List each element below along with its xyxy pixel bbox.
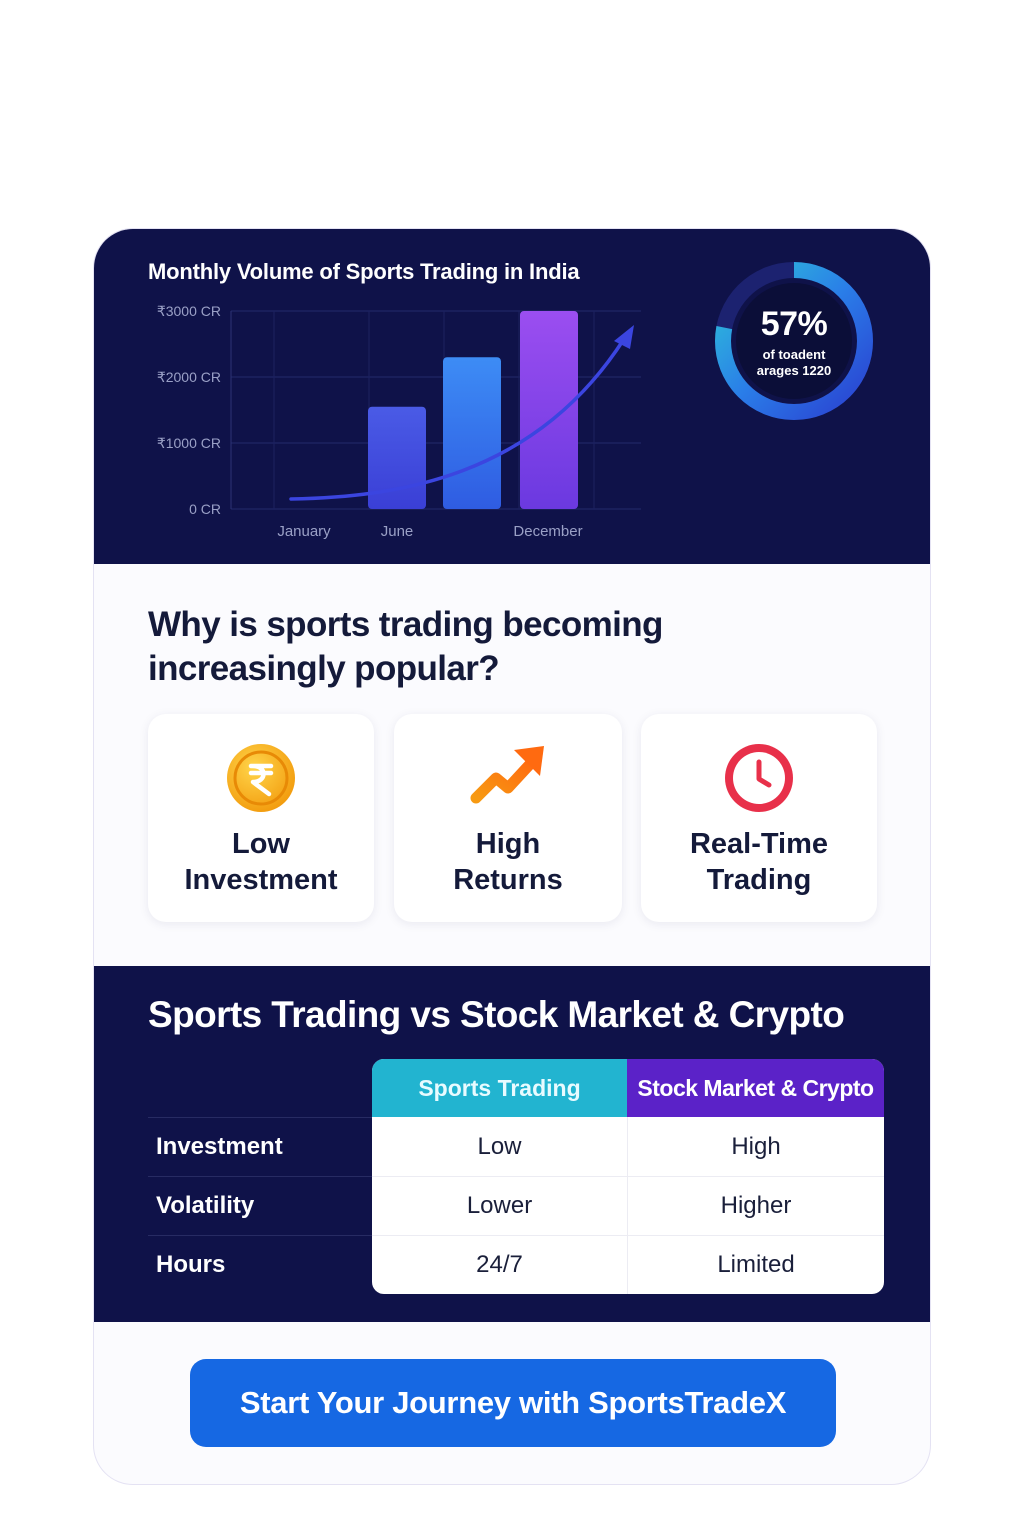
feature-label-line1: High — [475, 828, 541, 860]
y-tick-label: ₹1000 CR — [157, 435, 221, 451]
volume-bar-chart: 0 CR ₹1000 CR ₹2000 CR ₹3000 CR January June… — [157, 303, 641, 540]
donut-percent: 57% — [760, 305, 828, 343]
feature-label-line2: Returns — [453, 864, 563, 896]
cell-investment-sports: Low — [477, 1133, 522, 1160]
y-tick-label: 0 CR — [189, 501, 221, 517]
trend-arrowhead — [614, 325, 634, 349]
y-tick-label: ₹2000 CR — [157, 369, 221, 385]
x-tick-label: January — [277, 523, 331, 540]
column-header-sports-trading: Sports Trading — [372, 1059, 627, 1117]
bar — [443, 357, 501, 509]
donut-caption-line2: arages 1220 — [756, 363, 832, 378]
percentage-donut: 57% of toadent arages 1220 — [714, 261, 874, 421]
cell-volatility-sports: Lower — [466, 1192, 533, 1219]
feature-label: High Returns — [394, 826, 622, 898]
feature-card-low-investment: Low Investment — [148, 714, 374, 922]
cell-investment-stock: High — [627, 1117, 884, 1176]
chart-panel: Monthly Volume of Sports Trading in Indi… — [94, 229, 930, 564]
x-tick-label: December — [513, 523, 582, 540]
comparison-panel: Sports Trading vs Stock Market & Crypto … — [94, 966, 930, 1322]
feature-card-high-returns: High Returns — [394, 714, 622, 922]
y-tick-label: ₹3000 CR — [157, 303, 221, 319]
row-label-investment: Investment — [148, 1117, 372, 1176]
feature-label-line2: Investment — [184, 864, 338, 896]
feature-label-line1: Real-Time — [689, 828, 829, 860]
cell-volatility-stock: Higher — [627, 1176, 884, 1235]
comparison-row-labels: Investment Volatility Hours — [148, 1117, 372, 1294]
feature-label-line1: Low — [232, 828, 290, 860]
row-label-volatility: Volatility — [148, 1176, 372, 1235]
why-heading: Why is sports trading becoming increasin… — [148, 605, 663, 688]
feature-card-real-time: Real-Time Trading — [641, 714, 877, 922]
trending-up-arrow-icon — [470, 740, 546, 816]
cell-hours-stock: Limited — [627, 1235, 884, 1294]
cell-hours-sports: 24/7 — [476, 1251, 523, 1278]
row-label-hours: Hours — [148, 1235, 372, 1294]
comparison-heading: Sports Trading vs Stock Market & Crypto — [148, 994, 845, 1035]
x-tick-label: June — [381, 523, 414, 540]
donut-caption-line1: of toadent — [762, 347, 826, 362]
bar — [520, 311, 578, 509]
feature-label: Real-Time Trading — [641, 826, 877, 898]
donut-caption: of toadent arages 1220 — [714, 347, 874, 379]
feature-label-line2: Trading — [706, 864, 812, 896]
rupee-coin-icon — [223, 740, 299, 816]
column-header-stock-crypto: Stock Market & Crypto — [627, 1059, 884, 1117]
clock-icon — [721, 740, 797, 816]
comparison-table: Sports Trading Stock Market & Crypto Low… — [372, 1059, 884, 1294]
feature-label: Low Investment — [148, 826, 374, 898]
start-journey-button[interactable]: Start Your Journey with SportsTradeX — [190, 1359, 836, 1447]
infographic-card: Monthly Volume of Sports Trading in Indi… — [93, 228, 931, 1485]
